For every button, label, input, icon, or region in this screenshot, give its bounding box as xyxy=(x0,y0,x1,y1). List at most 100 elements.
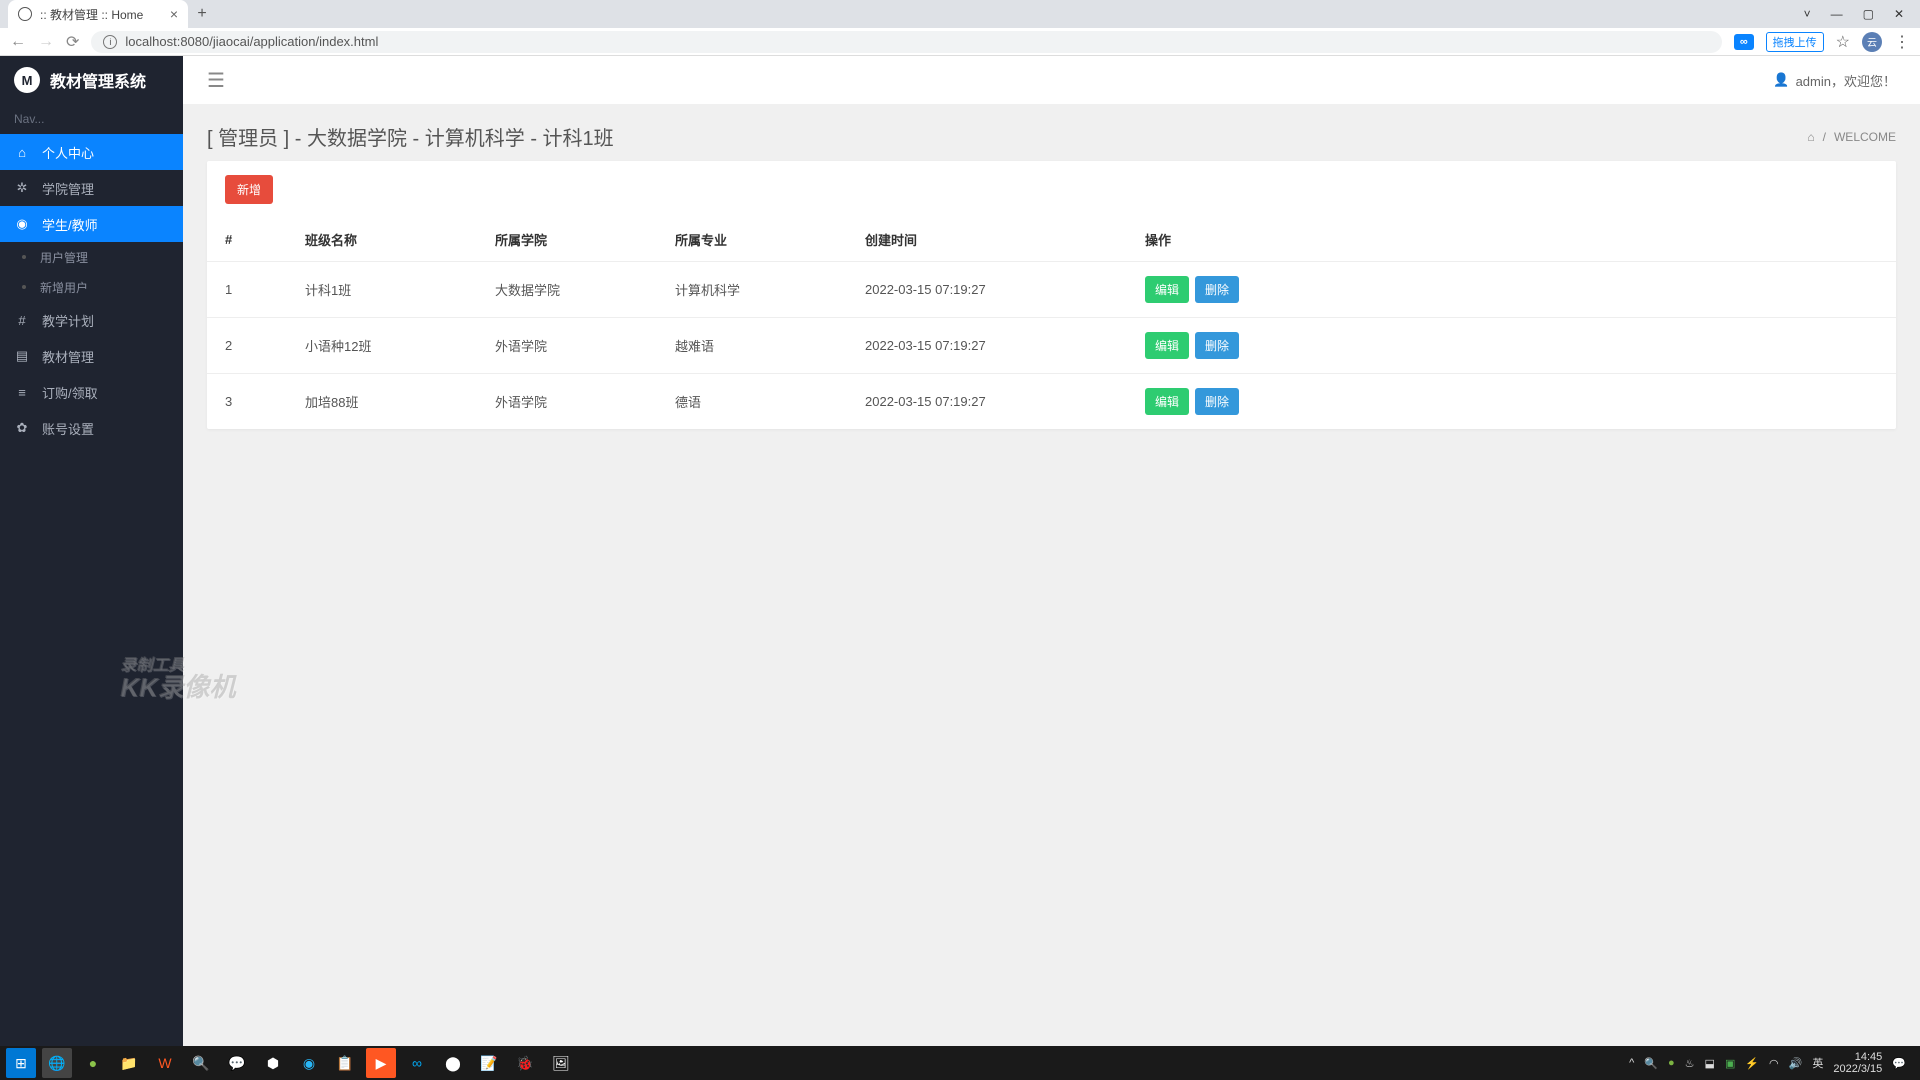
sidebar-item-label: 个人中心 xyxy=(42,143,94,162)
sidebar-item-label: 新增用户 xyxy=(40,279,88,296)
sidebar-item-label: 教学计划 xyxy=(42,311,94,330)
sidebar-item-label: 学生/教师 xyxy=(42,215,98,234)
tray-app-icon[interactable]: ⚡ xyxy=(1745,1057,1759,1070)
task-app-icon[interactable]: ● xyxy=(78,1048,108,1078)
home-icon[interactable]: ⌂ xyxy=(1807,130,1814,144)
task-app-icon[interactable]: W xyxy=(150,1048,180,1078)
sidebar-header: M 教材管理系统 xyxy=(0,56,183,104)
topbar-user[interactable]: 👤 admin，欢迎您！ xyxy=(1773,71,1896,90)
cell-created: 2022-03-15 07:19:27 xyxy=(847,318,1127,374)
breadcrumb-current: WELCOME xyxy=(1834,130,1896,144)
app-name: 教材管理系统 xyxy=(50,68,146,92)
sidebar-item-college[interactable]: ✲ 学院管理 xyxy=(0,170,183,206)
cell-created: 2022-03-15 07:19:27 xyxy=(847,374,1127,430)
sidebar-item-label: 学院管理 xyxy=(42,179,94,198)
taskbar: ⊞ 🌐 ● 📁 W 🔍 💬 ⬢ ◉ 📋 ▶ ∞ ⬤ 📝 🐞 🖼 ^ 🔍 ● ♨ … xyxy=(0,1046,1920,1080)
tray-wifi-icon[interactable]: ◠ xyxy=(1769,1057,1779,1070)
task-wechat-icon[interactable]: 💬 xyxy=(222,1048,252,1078)
cloud-icon[interactable]: ∞ xyxy=(1734,34,1754,50)
task-explorer-icon[interactable]: 📁 xyxy=(114,1048,144,1078)
card-toolbar: 新增 xyxy=(207,161,1896,218)
chevron-down-icon[interactable]: ˅ xyxy=(1804,7,1811,21)
tray-search-icon[interactable]: 🔍 xyxy=(1644,1057,1658,1070)
browser-chrome: :: 教材管理 :: Home × + ˅ ― ▢ ✕ ← → ⟳ i loca… xyxy=(0,0,1920,56)
tray-date: 2022/3/15 xyxy=(1833,1063,1882,1075)
task-app-icon[interactable]: ⬢ xyxy=(258,1048,288,1078)
cell-college: 外语学院 xyxy=(477,318,657,374)
add-button[interactable]: 新增 xyxy=(225,175,273,204)
browser-tab[interactable]: :: 教材管理 :: Home × xyxy=(8,0,188,28)
forward-icon[interactable]: → xyxy=(38,33,54,51)
task-app-icon[interactable]: 📝 xyxy=(474,1048,504,1078)
book-icon: ▤ xyxy=(14,348,30,364)
page-header: [ 管理员 ] - 大数据学院 - 计算机科学 - 计科1班 ⌂ / WELCO… xyxy=(183,104,1920,161)
start-icon[interactable]: ⊞ xyxy=(6,1048,36,1078)
task-app-icon[interactable]: ◉ xyxy=(294,1048,324,1078)
task-app-icon[interactable]: 🖼 xyxy=(546,1048,576,1078)
edit-button[interactable]: 编辑 xyxy=(1145,332,1189,359)
star-icon[interactable]: ☆ xyxy=(1836,32,1850,52)
tray-clock[interactable]: 14:45 2022/3/15 xyxy=(1833,1051,1882,1075)
sidebar-item-label: 账号设置 xyxy=(42,419,94,438)
system-tray: ^ 🔍 ● ♨ ⬓ ▣ ⚡ ◠ 🔊 英 14:45 2022/3/15 💬 xyxy=(1629,1051,1914,1075)
th-actions: 操作 xyxy=(1127,218,1896,262)
cloud-upload-badge[interactable]: 拖拽上传 xyxy=(1766,32,1824,52)
breadcrumb-sep: / xyxy=(1823,130,1826,144)
cell-index: 2 xyxy=(207,318,287,374)
tab-title: :: 教材管理 :: Home xyxy=(40,6,143,23)
back-icon[interactable]: ← xyxy=(10,33,26,51)
cell-created: 2022-03-15 07:19:27 xyxy=(847,262,1127,318)
delete-button[interactable]: 删除 xyxy=(1195,332,1239,359)
tray-app-icon[interactable]: ⬓ xyxy=(1705,1057,1715,1070)
cell-major: 计算机科学 xyxy=(657,262,847,318)
task-app-icon[interactable]: ⬤ xyxy=(438,1048,468,1078)
tray-wechat-icon[interactable]: ● xyxy=(1668,1057,1675,1069)
task-app-icon[interactable]: ▶ xyxy=(366,1048,396,1078)
sidebar-subitem-add-user[interactable]: 新增用户 xyxy=(0,272,183,302)
table-row: 2小语种12班外语学院越难语2022-03-15 07:19:27编辑删除 xyxy=(207,318,1896,374)
sidebar-item-students[interactable]: ◉ 学生/教师 xyxy=(0,206,183,242)
close-icon[interactable]: × xyxy=(170,6,178,22)
minimize-icon[interactable]: ― xyxy=(1831,7,1843,21)
tray-app-icon[interactable]: ▣ xyxy=(1725,1057,1735,1070)
edit-button[interactable]: 编辑 xyxy=(1145,388,1189,415)
new-tab-button[interactable]: + xyxy=(188,0,216,28)
tray-volume-icon[interactable]: 🔊 xyxy=(1789,1057,1803,1070)
url-box[interactable]: i localhost:8080/jiaocai/application/ind… xyxy=(91,31,1721,53)
close-window-icon[interactable]: ✕ xyxy=(1894,7,1904,21)
tray-time: 14:45 xyxy=(1833,1051,1882,1063)
sidebar-item-order[interactable]: ≡ 订购/领取 xyxy=(0,374,183,410)
browser-tab-bar: :: 教材管理 :: Home × + ˅ ― ▢ ✕ xyxy=(0,0,1920,28)
main-area: ☰ 👤 admin，欢迎您！ [ 管理员 ] - 大数据学院 - 计算机科学 -… xyxy=(183,56,1920,1046)
task-app-icon[interactable]: 📋 xyxy=(330,1048,360,1078)
cell-actions: 编辑删除 xyxy=(1127,318,1896,374)
th-major: 所属专业 xyxy=(657,218,847,262)
task-app-icon[interactable]: ∞ xyxy=(402,1048,432,1078)
tray-app-icon[interactable]: ♨ xyxy=(1685,1057,1695,1070)
cell-class-name: 计科1班 xyxy=(287,262,477,318)
app-container: M 教材管理系统 Nav... ⌂ 个人中心 ✲ 学院管理 ◉ 学生/教师 用户… xyxy=(0,56,1920,1046)
sidebar-item-material[interactable]: ▤ 教材管理 xyxy=(0,338,183,374)
sidebar-item-home[interactable]: ⌂ 个人中心 xyxy=(0,134,183,170)
maximize-icon[interactable]: ▢ xyxy=(1863,7,1874,21)
th-index: # xyxy=(207,218,287,262)
sidebar-item-plan[interactable]: # 教学计划 xyxy=(0,302,183,338)
topbar: ☰ 👤 admin，欢迎您！ xyxy=(183,56,1920,104)
task-app-icon[interactable]: 🐞 xyxy=(510,1048,540,1078)
task-chrome-icon[interactable]: 🌐 xyxy=(42,1048,72,1078)
task-search-icon[interactable]: 🔍 xyxy=(186,1048,216,1078)
info-icon[interactable]: i xyxy=(103,35,117,49)
sidebar-subitem-user-mgmt[interactable]: 用户管理 xyxy=(0,242,183,272)
menu-icon[interactable]: ⋮ xyxy=(1894,32,1910,52)
edit-button[interactable]: 编辑 xyxy=(1145,276,1189,303)
profile-avatar[interactable]: 云 xyxy=(1862,32,1882,52)
tray-ime[interactable]: 英 xyxy=(1812,1055,1823,1071)
tray-chevron-icon[interactable]: ^ xyxy=(1629,1057,1634,1069)
sidebar-item-account[interactable]: ✿ 账号设置 xyxy=(0,410,183,446)
reload-icon[interactable]: ⟳ xyxy=(66,32,79,52)
address-bar: ← → ⟳ i localhost:8080/jiaocai/applicati… xyxy=(0,28,1920,56)
delete-button[interactable]: 删除 xyxy=(1195,388,1239,415)
tray-notification-icon[interactable]: 💬 xyxy=(1892,1057,1906,1070)
delete-button[interactable]: 删除 xyxy=(1195,276,1239,303)
hamburger-icon[interactable]: ☰ xyxy=(207,68,225,93)
